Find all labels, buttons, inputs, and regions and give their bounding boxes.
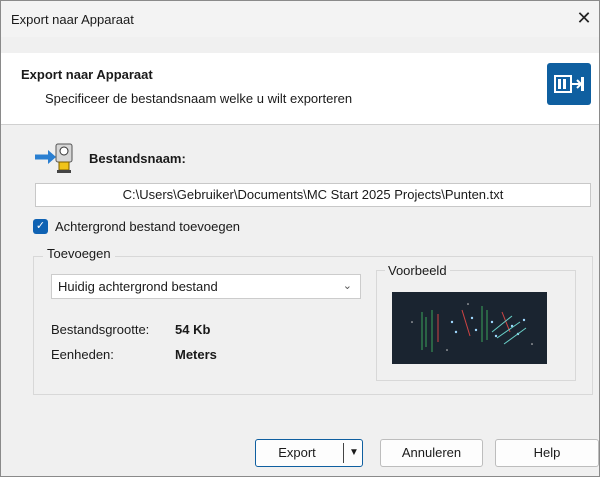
cancel-button[interactable]: Annuleren: [380, 439, 483, 467]
filename-label: Bestandsnaam:: [89, 151, 186, 166]
export-button[interactable]: Export ▼: [255, 439, 363, 467]
filesize-label: Bestandsgrootte:: [51, 322, 150, 337]
checkbox-checked-icon[interactable]: ✓: [33, 219, 48, 234]
background-option-label: Achtergrond bestand toevoegen: [55, 219, 241, 234]
background-file-select[interactable]: Huidig achtergrond bestand ⌄: [51, 274, 361, 299]
select-value: Huidig achtergrond bestand: [58, 279, 218, 294]
add-group-legend: Toevoegen: [43, 246, 115, 261]
units-value: Meters: [175, 347, 217, 362]
window-title: Export naar Apparaat: [11, 12, 134, 27]
export-button-label: Export: [278, 445, 316, 460]
dialog-header: Export naar Apparaat Specificeer de best…: [1, 53, 599, 125]
help-button[interactable]: Help: [495, 439, 599, 467]
header-subtitle: Specificeer de bestandsnaam welke u wilt…: [45, 91, 353, 106]
title-bar: Export naar Apparaat ✕: [1, 1, 599, 37]
header-title: Export naar Apparaat: [21, 67, 153, 82]
split-divider: [343, 443, 344, 463]
preview-image: [392, 292, 547, 364]
dropdown-arrow-icon[interactable]: ▼: [348, 440, 360, 466]
device-export-icon: [547, 63, 591, 105]
units-label: Eenheden:: [51, 347, 114, 362]
close-icon[interactable]: ✕: [569, 1, 599, 35]
filesize-value: 54 Kb: [175, 322, 211, 337]
export-dialog: Export naar Apparaat ✕ Export naar Appar…: [0, 0, 600, 477]
filename-field[interactable]: C:\Users\Gebruiker\Documents\MC Start 20…: [35, 183, 591, 207]
surveying-instrument-import-icon: [33, 140, 79, 174]
preview-legend: Voorbeeld: [385, 263, 450, 278]
chevron-down-icon: ⌄: [342, 280, 352, 292]
